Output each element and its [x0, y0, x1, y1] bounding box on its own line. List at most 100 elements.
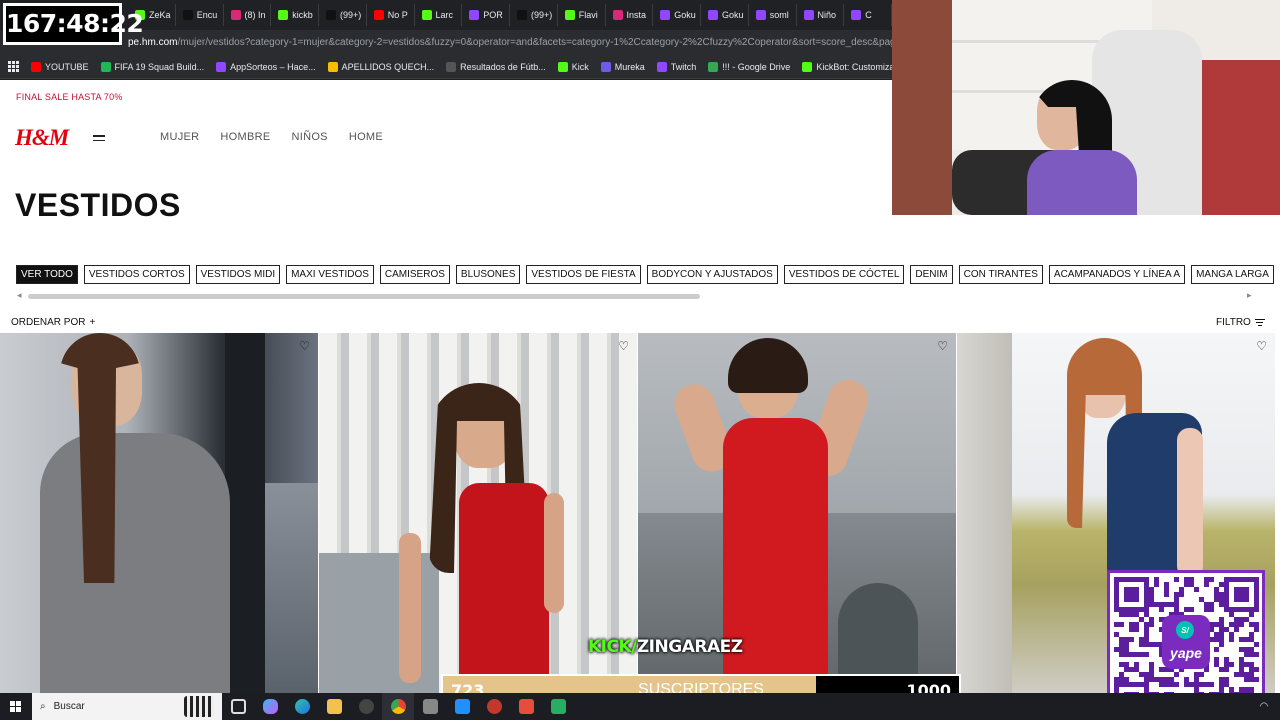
browser-tab[interactable]: (99+)	[319, 4, 367, 26]
bookmark-item[interactable]: APELLIDOS QUECH...	[327, 61, 434, 72]
qr-module	[1229, 637, 1234, 642]
browser-tab[interactable]: (8) In	[224, 4, 272, 26]
chip-denim[interactable]: DENIM	[910, 265, 953, 284]
network-icon[interactable]: ◠	[1248, 693, 1280, 720]
hm-logo[interactable]: H&M	[15, 125, 69, 151]
browser-tab[interactable]: C	[844, 4, 892, 26]
sort-button[interactable]: ORDENAR POR +	[11, 317, 95, 328]
qr-module	[1124, 637, 1129, 642]
app-icon[interactable]	[510, 693, 542, 720]
qr-module	[1209, 682, 1214, 687]
chip-vestidos-de-coctel[interactable]: VESTIDOS DE CÓCTEL	[783, 265, 905, 284]
browser-tab[interactable]: Flavi	[558, 4, 606, 26]
chrome-icon[interactable]	[382, 693, 414, 720]
qr-module	[1214, 647, 1219, 652]
qr-module	[1144, 622, 1149, 627]
chips-scrollbar[interactable]	[28, 294, 700, 299]
bookmark-item[interactable]: !!! - Google Drive	[708, 61, 791, 72]
app-icon[interactable]	[478, 693, 510, 720]
browser-tab[interactable]: soml	[749, 4, 797, 26]
favorite-heart-icon[interactable]: ♡	[299, 339, 310, 353]
chip-vestidos-midi[interactable]: VESTIDOS MIDI	[195, 265, 281, 284]
qr-module	[1119, 622, 1124, 627]
chip-con-tirantes[interactable]: CON TIRANTES	[958, 265, 1043, 284]
chips-scroll-right-icon[interactable]: ▸	[1247, 290, 1252, 301]
qr-module	[1219, 592, 1224, 597]
nav-item-ninos[interactable]: NIÑOS	[291, 131, 327, 143]
qr-module	[1174, 682, 1179, 687]
qr-module	[1174, 672, 1179, 677]
browser-tab[interactable]: Goku	[653, 4, 701, 26]
qr-module	[1179, 592, 1184, 597]
browser-tab[interactable]: kickb	[271, 4, 319, 26]
edge-icon[interactable]	[286, 693, 318, 720]
app-icon[interactable]	[542, 693, 574, 720]
qr-module	[1249, 667, 1254, 672]
bookmark-item[interactable]: Resultados de Fútb...	[446, 61, 546, 72]
bookmark-item[interactable]: YOUTUBE	[31, 61, 89, 72]
qr-module	[1229, 622, 1234, 627]
bookmark-item[interactable]: FIFA 19 Squad Build...	[100, 61, 204, 72]
tab-favicon-icon	[564, 10, 575, 20]
bookmark-item[interactable]: Twitch	[656, 61, 696, 72]
chip-ver-todo[interactable]: VER TODO	[16, 265, 78, 284]
chip-camiseros[interactable]: CAMISEROS	[379, 265, 450, 284]
product-card[interactable]: ♡	[0, 333, 318, 693]
qr-module	[1139, 652, 1144, 657]
qr-module	[1204, 577, 1209, 582]
favorite-heart-icon[interactable]: ♡	[618, 339, 629, 353]
bookmark-label: !!! - Google Drive	[722, 61, 791, 72]
browser-tab[interactable]: No P	[367, 4, 415, 26]
qr-module	[1229, 612, 1234, 617]
qr-module	[1199, 682, 1204, 687]
chip-blusones[interactable]: BLUSONES	[455, 265, 521, 284]
apps-grid-icon[interactable]	[8, 60, 19, 73]
qr-module	[1174, 602, 1179, 607]
qr-module	[1224, 662, 1229, 667]
tab-favicon-icon	[230, 10, 241, 20]
tab-favicon-icon	[612, 10, 623, 20]
chip-manga-larga[interactable]: MANGA LARGA	[1191, 265, 1274, 284]
qr-module	[1254, 627, 1259, 632]
nav-item-mujer[interactable]: MUJER	[160, 131, 199, 143]
bookmark-item[interactable]: AppSorteos – Hace...	[216, 61, 316, 72]
chip-vestidos-cortos[interactable]: VESTIDOS CORTOS	[83, 265, 190, 284]
browser-tab[interactable]: Insta	[606, 4, 654, 26]
taskbar-search[interactable]: ⌕ Buscar	[32, 693, 222, 720]
tab-label: Goku	[674, 10, 696, 20]
app-icon[interactable]	[446, 693, 478, 720]
qr-module	[1124, 652, 1129, 657]
filter-button[interactable]: FILTRO	[1216, 317, 1265, 328]
browser-tab[interactable]: POR	[462, 4, 510, 26]
bookmark-item[interactable]: Kick	[557, 61, 589, 72]
copilot-icon[interactable]	[254, 693, 286, 720]
start-button[interactable]	[0, 693, 32, 720]
qr-module	[1119, 647, 1124, 652]
browser-tab[interactable]: (99+)	[510, 4, 558, 26]
chips-scroll-left-icon[interactable]: ◂	[17, 290, 22, 301]
chip-maxi-vestidos[interactable]: MAXI VESTIDOS	[286, 265, 374, 284]
menu-icon[interactable]	[93, 135, 105, 143]
browser-tab[interactable]: Goku	[701, 4, 749, 26]
browser-tab[interactable]: Encu	[176, 4, 224, 26]
app-icon[interactable]	[414, 693, 446, 720]
browser-tab[interactable]: Niño	[797, 4, 845, 26]
tab-label: (99+)	[340, 10, 362, 20]
chip-vestidos-de-fiesta[interactable]: VESTIDOS DE FIESTA	[526, 265, 641, 284]
chip-acampanados[interactable]: ACAMPANADOS Y LÍNEA A	[1048, 265, 1186, 284]
file-explorer-icon[interactable]	[318, 693, 350, 720]
qr-module	[1174, 577, 1179, 582]
tab-favicon-icon	[660, 10, 671, 20]
chip-bodycon[interactable]: BODYCON Y AJUSTADOS	[646, 265, 778, 284]
favorite-heart-icon[interactable]: ♡	[937, 339, 948, 353]
nav-item-hombre[interactable]: HOMBRE	[220, 131, 270, 143]
qr-module	[1209, 607, 1214, 612]
app-icon[interactable]	[350, 693, 382, 720]
bookmark-item[interactable]: Mureka	[600, 61, 645, 72]
browser-tab[interactable]: Larc	[415, 4, 463, 26]
promo-banner[interactable]: FINAL SALE HASTA 70%	[16, 92, 123, 102]
nav-item-home[interactable]: HOME	[349, 131, 383, 143]
favorite-heart-icon[interactable]: ♡	[1256, 339, 1267, 353]
bookmark-item[interactable]: KickBot: Customiza...	[802, 61, 892, 72]
task-view-icon[interactable]	[222, 693, 254, 720]
